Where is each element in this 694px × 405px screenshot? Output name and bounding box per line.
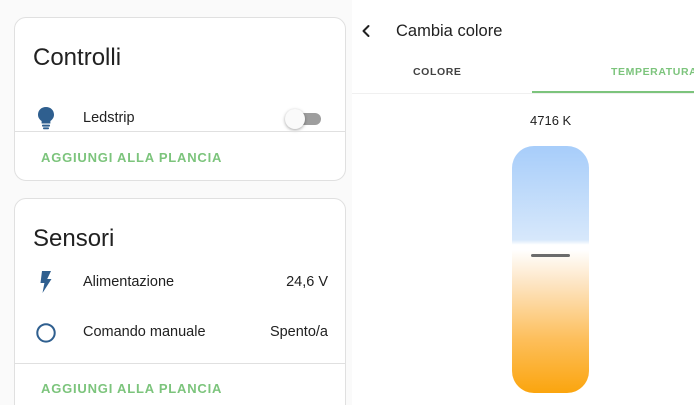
sensor-label: Alimentazione (83, 274, 175, 290)
sensors-card-title: Sensori (33, 225, 115, 252)
controls-card-title: Controlli (33, 44, 122, 71)
sensor-value: 24,6 V (286, 274, 328, 290)
add-to-dashboard-button[interactable]: AGGIUNGI ALLA PLANCIA (41, 381, 222, 396)
ledstrip-toggle[interactable] (285, 108, 323, 130)
ledstrip-row[interactable]: Ledstrip (15, 104, 345, 134)
color-temperature-slider[interactable] (512, 146, 589, 393)
tab-bar-baseline (352, 93, 694, 94)
controls-card-divider (15, 131, 345, 132)
color-dialog: Cambia colore COLORE TEMPERATURA 4716 K (352, 0, 694, 405)
tab-color[interactable]: COLORE (413, 66, 462, 78)
kelvin-readout: 4716 K (530, 113, 572, 128)
cards-panel: Controlli Ledstrip AGGIUNGI ALLA PLANCIA… (0, 0, 352, 405)
lightbulb-icon (35, 104, 57, 132)
flash-icon (35, 268, 57, 296)
sensor-label: Comando manuale (83, 324, 206, 340)
sensor-row-power[interactable]: Alimentazione 24,6 V (15, 268, 345, 298)
sensors-card: Sensori Alimentazione 24,6 V Comando man… (14, 198, 346, 405)
sensors-card-divider (15, 363, 345, 364)
sensor-value: Spento/a (269, 324, 328, 340)
add-to-dashboard-button[interactable]: AGGIUNGI ALLA PLANCIA (41, 150, 222, 165)
toggle-thumb (285, 109, 305, 129)
circle-outline-icon (35, 318, 57, 346)
slider-handle[interactable] (531, 254, 570, 257)
controls-card: Controlli Ledstrip AGGIUNGI ALLA PLANCIA (14, 17, 346, 181)
chevron-left-icon[interactable] (356, 20, 376, 42)
ledstrip-label: Ledstrip (83, 110, 135, 126)
dialog-title: Cambia colore (396, 22, 503, 40)
sensor-row-manual-command[interactable]: Comando manuale Spento/a (15, 318, 345, 348)
active-tab-indicator (532, 91, 694, 93)
tab-temperature[interactable]: TEMPERATURA (611, 66, 694, 78)
